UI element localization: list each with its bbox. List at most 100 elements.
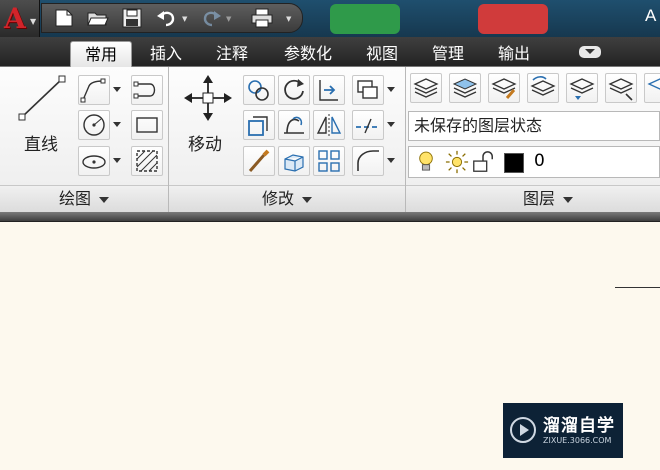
dropdown-arrow-icon[interactable] bbox=[387, 158, 395, 163]
sun-icon bbox=[445, 150, 469, 174]
dropdown-arrow-icon[interactable] bbox=[113, 87, 121, 92]
trim-icon bbox=[319, 80, 338, 101]
current-layer-name: 0 bbox=[534, 151, 545, 171]
ribbon-divider bbox=[0, 212, 660, 222]
folder-open-icon bbox=[87, 12, 109, 26]
draw-panel-title[interactable]: 绘图 bbox=[0, 185, 168, 212]
background-app-icon bbox=[478, 4, 548, 34]
linetype-tool-button[interactable] bbox=[352, 110, 395, 140]
curve-corner-icon bbox=[357, 150, 379, 171]
layer-previous-button[interactable] bbox=[527, 73, 559, 103]
layer-unisolate-button[interactable] bbox=[605, 73, 637, 103]
arc-tool-button[interactable] bbox=[131, 75, 163, 105]
tab-insert[interactable]: 插入 bbox=[140, 41, 192, 67]
background-app-icon bbox=[330, 4, 400, 34]
layers-panel-label: 图层 bbox=[522, 189, 555, 208]
circle-tool-button[interactable] bbox=[78, 110, 121, 140]
chevron-down-icon bbox=[302, 196, 312, 203]
title-bar: A ▼ ▼ ▼ ▼ A bbox=[0, 0, 660, 37]
array-tool-button[interactable] bbox=[352, 75, 395, 105]
move-icon bbox=[184, 75, 232, 121]
autocad-logo-icon: A bbox=[4, 2, 26, 35]
tab-output[interactable]: 输出 bbox=[488, 41, 540, 67]
grid-icon bbox=[318, 150, 340, 172]
polyline-icon bbox=[80, 78, 106, 103]
tab-manage[interactable]: 管理 bbox=[422, 41, 474, 67]
layer-color-swatch bbox=[504, 153, 524, 173]
dropdown-arrow-icon[interactable] bbox=[113, 158, 121, 163]
undo-button[interactable] bbox=[155, 7, 179, 29]
copy-icon bbox=[248, 80, 269, 101]
layers-panel-title[interactable]: 图层 bbox=[406, 185, 660, 212]
customize-toolbar-icon[interactable]: ▼ bbox=[286, 15, 291, 23]
dropdown-arrow-icon[interactable] bbox=[387, 122, 395, 127]
rotate-tool-button[interactable] bbox=[278, 75, 310, 105]
layer-match-button[interactable] bbox=[488, 73, 520, 103]
watermark-url: ZIXUE.3066.COM bbox=[543, 436, 612, 445]
chevron-down-icon bbox=[99, 196, 109, 203]
chamfer-tool-button[interactable] bbox=[352, 146, 395, 176]
layer-isolate-button[interactable] bbox=[566, 73, 598, 103]
chevron-down-icon: ▼ bbox=[30, 17, 37, 26]
rectangle-tool-button[interactable] bbox=[131, 110, 163, 140]
redo-button[interactable] bbox=[199, 7, 223, 29]
layer-previous-icon bbox=[530, 76, 556, 96]
layer-unisolate-icon bbox=[608, 78, 634, 101]
application-menu-button[interactable]: A ▼ bbox=[0, 0, 40, 37]
move-tool-label: 移动 bbox=[188, 135, 222, 155]
layer-isolate-icon bbox=[569, 78, 595, 100]
tab-annotate[interactable]: 注释 bbox=[206, 41, 258, 67]
new-file-button[interactable] bbox=[52, 7, 76, 29]
save-button[interactable] bbox=[120, 7, 144, 29]
undo-dropdown-icon[interactable]: ▼ bbox=[182, 15, 187, 23]
layer-state-dropdown[interactable]: 未保存的图层状态 bbox=[408, 111, 660, 141]
polyline-tool-button[interactable] bbox=[78, 75, 121, 105]
layers-stack-icon bbox=[357, 80, 378, 99]
current-layer-dropdown[interactable]: 0 bbox=[408, 146, 660, 178]
plot-button[interactable] bbox=[250, 7, 274, 29]
layers-icon bbox=[452, 78, 478, 98]
tab-view[interactable]: 视图 bbox=[356, 41, 408, 67]
modify-panel-label: 修改 bbox=[261, 189, 294, 208]
stretch-tool-button[interactable] bbox=[243, 110, 275, 140]
fillet-tool-button[interactable] bbox=[278, 110, 310, 140]
chevron-down-icon bbox=[563, 196, 573, 203]
layer-properties-icon bbox=[413, 78, 439, 98]
hatch-tool-button[interactable] bbox=[131, 146, 163, 176]
cube-icon bbox=[284, 154, 304, 172]
redo-icon bbox=[203, 11, 221, 27]
block-tool-button[interactable] bbox=[313, 146, 345, 176]
mirror-icon bbox=[316, 114, 342, 136]
layer-state-button[interactable] bbox=[449, 73, 481, 103]
ellipse-tool-button[interactable] bbox=[78, 146, 121, 176]
modify-panel-title[interactable]: 修改 bbox=[169, 185, 405, 212]
quick-access-toolbar: ▼ ▼ ▼ bbox=[41, 3, 303, 33]
rectangle-icon bbox=[136, 117, 158, 133]
circle-icon bbox=[83, 114, 105, 136]
trim-tool-button[interactable] bbox=[313, 75, 345, 105]
layer-properties-button[interactable] bbox=[410, 73, 442, 103]
move-tool-button[interactable]: 移动 bbox=[180, 73, 236, 155]
layer-freeze-icon bbox=[647, 78, 660, 90]
line-tool-button[interactable]: 直线 bbox=[12, 73, 72, 155]
copy-tool-button[interactable] bbox=[243, 75, 275, 105]
tab-home[interactable]: 常用 bbox=[70, 41, 132, 67]
dropdown-arrow-icon[interactable] bbox=[113, 122, 121, 127]
match-properties-button[interactable] bbox=[243, 146, 275, 176]
ellipse-icon bbox=[82, 155, 106, 169]
drawn-line[interactable] bbox=[615, 287, 660, 288]
scale-tool-button[interactable] bbox=[278, 146, 310, 176]
line-icon bbox=[18, 75, 66, 121]
layer-state-value: 未保存的图层状态 bbox=[414, 116, 543, 135]
layer-freeze-button[interactable] bbox=[644, 73, 660, 103]
lightbulb-icon bbox=[419, 151, 433, 171]
ribbon-minimize-button[interactable] bbox=[579, 46, 601, 58]
paintbrush-icon bbox=[248, 149, 270, 172]
open-file-button[interactable] bbox=[86, 7, 110, 29]
mirror-tool-button[interactable] bbox=[313, 110, 345, 140]
tab-parametric[interactable]: 参数化 bbox=[272, 41, 344, 67]
redo-dropdown-icon[interactable]: ▼ bbox=[226, 15, 231, 23]
dropdown-arrow-icon[interactable] bbox=[387, 87, 395, 92]
window-title: A bbox=[645, 6, 657, 25]
watermark-logo: 溜溜自学 ZIXUE.3066.COM bbox=[503, 403, 623, 458]
